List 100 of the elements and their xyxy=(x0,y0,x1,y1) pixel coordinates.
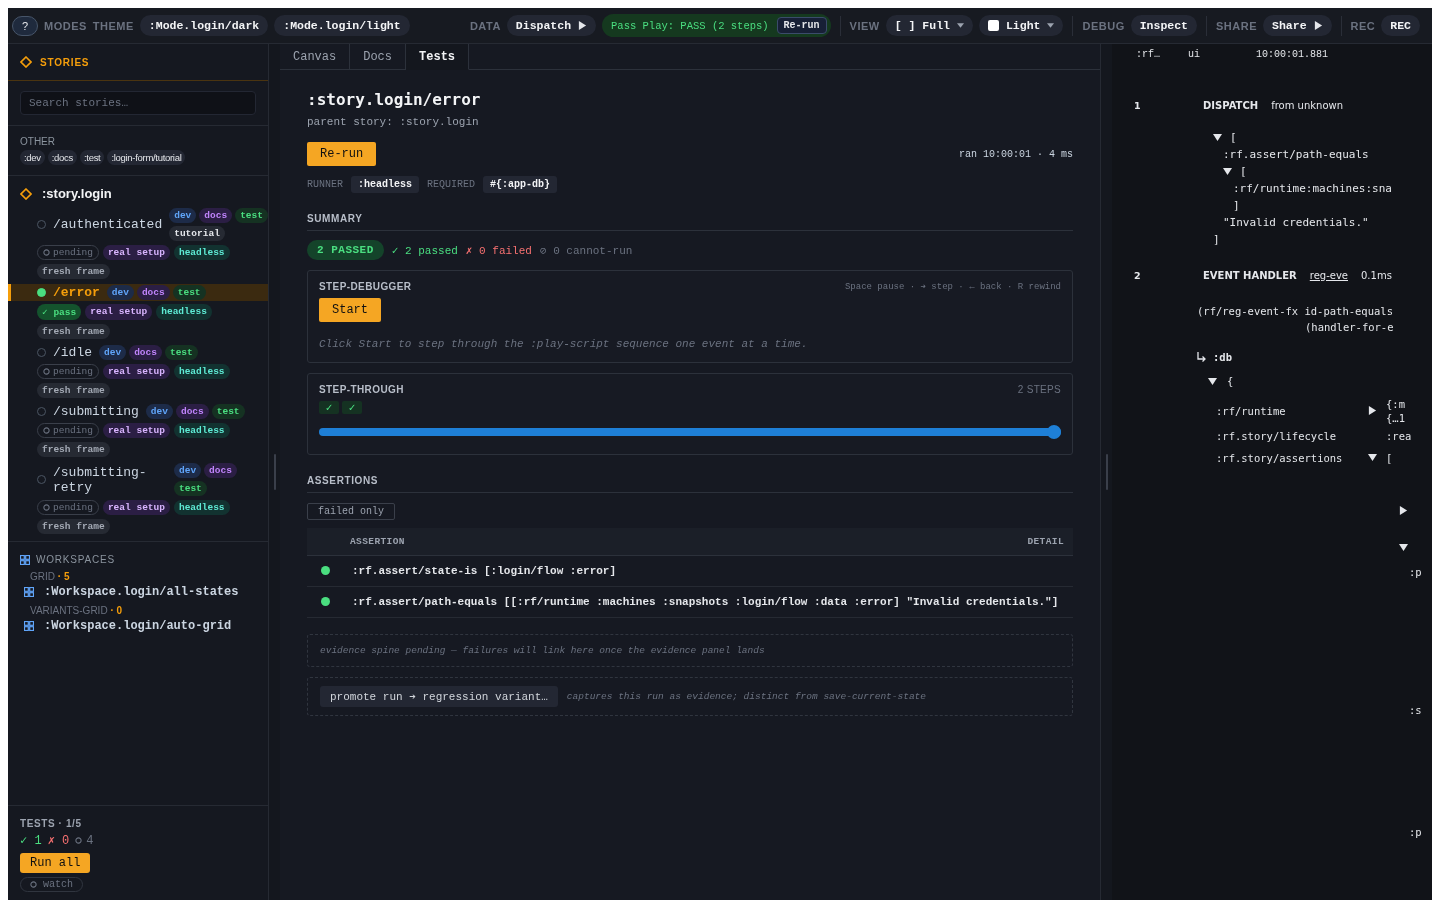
data-label: DATA xyxy=(469,19,501,32)
help-button[interactable]: ? xyxy=(12,15,38,36)
code-token: ] xyxy=(1213,232,1220,248)
resize-handle[interactable] xyxy=(1105,454,1108,490)
event-kind: EVENT HANDLER xyxy=(1203,270,1297,281)
triangle-icon[interactable] xyxy=(578,21,588,30)
share-button[interactable]: Share xyxy=(1263,15,1332,36)
code-token: ] xyxy=(1233,198,1240,214)
toggle-icon[interactable] xyxy=(1368,453,1377,462)
code-token: :rf.assert/path-equals xyxy=(1223,147,1369,163)
tab[interactable]: Tests xyxy=(406,44,470,70)
promote-button[interactable]: promote run ➔ regression variant… xyxy=(320,686,558,707)
toggle-icon[interactable] xyxy=(1368,406,1377,415)
failed-count: ✗ 0 xyxy=(47,833,70,848)
passed-count: ✓ 2 passed xyxy=(391,243,458,257)
tag[interactable]: :login-form/tutorial xyxy=(107,150,186,165)
tag: dev xyxy=(169,208,197,223)
dispatch-button[interactable]: Dispatch xyxy=(506,15,597,36)
runner-label: RUNNER xyxy=(307,179,343,190)
tag[interactable]: :test xyxy=(80,150,105,165)
viewport-dropdown[interactable]: [ ] Full xyxy=(885,15,973,36)
theme-toggle[interactable]: Light xyxy=(978,15,1064,36)
rerun-button[interactable]: Re-run xyxy=(307,142,377,166)
code-line: (rf/reg-event-fx id-path-equals xyxy=(1197,304,1394,319)
rerun-button[interactable]: Re-run xyxy=(776,17,827,34)
code-line: (handler-for-e xyxy=(1304,320,1395,335)
workspace-item[interactable]: :Workspace.login/auto-grid xyxy=(44,619,232,633)
story-name[interactable]: :story.login xyxy=(42,186,112,201)
event-source: from unknown xyxy=(1271,100,1344,111)
grid-icon xyxy=(24,621,34,631)
grid-icon xyxy=(24,587,34,597)
rec-label: REC xyxy=(1350,19,1376,32)
step-slider[interactable] xyxy=(319,425,1061,439)
assertion-text: :rf.assert/state-is [:login/flow :error] xyxy=(352,564,617,579)
toggle-icon[interactable] xyxy=(1399,506,1408,515)
tag: docs xyxy=(129,345,162,360)
cannot-run-count: ⊘ 0 cannot-run xyxy=(539,243,633,257)
variant-item[interactable]: /error dev docs test ✓ pass real setup headless fresh frame xyxy=(8,282,268,342)
code-token: :p xyxy=(1409,826,1422,838)
db-label: :db xyxy=(1213,351,1232,363)
variant-item[interactable]: /authenticated dev docs test tutorial pending real setup headless fresh frame xyxy=(8,205,268,282)
tag[interactable]: :dev xyxy=(20,150,45,165)
circle-icon xyxy=(43,249,50,256)
record-button[interactable]: REC xyxy=(1381,15,1420,36)
step-chip[interactable]: ✓ xyxy=(342,401,362,414)
toggle-icon[interactable] xyxy=(1399,543,1408,552)
workspace-item[interactable]: :Workspace.login/all-states xyxy=(44,585,239,599)
variant-item[interactable]: /submitting dev docs test pending real setup headless fresh frame xyxy=(8,401,268,460)
diamond-icon xyxy=(20,187,32,200)
toggle-icon[interactable] xyxy=(1213,133,1222,142)
tag: real setup xyxy=(102,245,170,260)
variant-item[interactable]: /submitting-retry dev docs test pending real setup headless fresh frame xyxy=(8,460,268,537)
variant-item[interactable]: /idle dev docs test pending real setup headless fresh frame xyxy=(8,342,268,401)
panel-title: STEP-DEBUGGER xyxy=(319,281,412,292)
status-text: pending xyxy=(53,502,93,513)
variant-name: /error xyxy=(53,285,100,300)
column-header: ASSERTION xyxy=(350,536,405,547)
tag: docs xyxy=(136,285,170,300)
event-header-cell-text: ui xyxy=(1188,49,1201,60)
tag: fresh frame xyxy=(37,442,110,457)
filter-toggle[interactable]: failed only xyxy=(307,503,395,520)
mode-button[interactable]: :Mode.login/light xyxy=(274,15,410,36)
assertion-text: :rf.assert/path-equals [[:rf/runtime :machines :snapshots :login/flow :data :error] "Invalid credentials."] xyxy=(352,595,1059,610)
run-all-button[interactable]: Run all xyxy=(20,853,91,873)
tag: dev xyxy=(99,345,127,360)
step-chip[interactable]: ✓ xyxy=(319,401,339,414)
tag: dev xyxy=(106,285,134,300)
caret-icon xyxy=(956,23,964,28)
panel-title: STEP-THROUGH xyxy=(319,384,404,395)
checkbox[interactable] xyxy=(987,20,999,31)
start-button[interactable]: Start xyxy=(319,298,381,322)
toggle-icon[interactable] xyxy=(1208,376,1217,386)
passed-count: ✓ 1 xyxy=(20,833,42,848)
share-label: SHARE xyxy=(1216,19,1258,32)
story-title: :story.login/error xyxy=(307,90,482,109)
event-kind: DISPATCH xyxy=(1203,100,1259,111)
variant-name: /submitting-retry xyxy=(53,464,148,495)
search-field[interactable]: Search stories… xyxy=(20,91,256,115)
triangle-icon[interactable] xyxy=(1313,21,1323,30)
mode-button[interactable]: :Mode.login/dark xyxy=(139,15,269,36)
tag: dev xyxy=(145,404,173,419)
tag[interactable]: :docs xyxy=(47,150,77,165)
map-key: :rf.story/lifecycle xyxy=(1216,425,1368,447)
handler-link[interactable]: reg-eve xyxy=(1309,270,1348,281)
code-token: :s xyxy=(1409,704,1422,716)
tag: test xyxy=(164,345,198,360)
circle-icon xyxy=(43,368,50,375)
slider-thumb[interactable] xyxy=(1047,425,1061,439)
hint-text: Click Start to step through the :play-script sequence one event at a time. xyxy=(319,338,809,350)
resize-handle[interactable] xyxy=(273,454,276,490)
tag: docs xyxy=(175,404,209,419)
circle-icon xyxy=(43,427,50,434)
group-count: · 5 xyxy=(57,571,70,582)
tab[interactable]: Canvas xyxy=(280,44,351,69)
toggle-icon[interactable] xyxy=(1223,167,1232,176)
inspect-button[interactable]: Inspect xyxy=(1130,15,1197,36)
circle-icon xyxy=(43,504,50,511)
tag: fresh frame xyxy=(37,324,110,339)
tag: test xyxy=(211,404,245,419)
debug-label: DEBUG xyxy=(1082,19,1125,32)
